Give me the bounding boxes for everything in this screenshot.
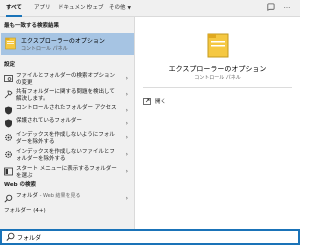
settings-item-protected-folders[interactable]: 保護されているフォルダー › — [0, 117, 134, 129]
settings-item-controlled-folder-access[interactable]: コントロールされたフォルダー アクセス › — [0, 104, 134, 116]
web-query: フォルダ — [16, 193, 39, 199]
preview-pane: エクスプローラーのオプション コントロール パネル 開く — [135, 17, 300, 229]
open-label: 開く — [155, 99, 167, 105]
feedback-icon[interactable] — [264, 3, 276, 14]
settings-item-start-menu-folders[interactable]: スタート メニューに表示するフォルダーを選ぶ › — [0, 165, 134, 179]
chevron-right-icon[interactable]: › — [126, 91, 128, 98]
web-search-item[interactable]: フォルダ - Web 結果を見る › — [0, 192, 134, 204]
search-filter-tabs: すべて アプリ ドキュメント ウェブ その他 ▼ ··· — [0, 0, 300, 17]
tab-apps[interactable]: アプリ — [34, 0, 51, 17]
settings-item-label: 保護されているフォルダー — [16, 118, 82, 124]
chevron-right-icon[interactable]: › — [126, 75, 128, 82]
tab-more[interactable]: その他 ▼ — [109, 0, 131, 17]
settings-item-label: 共有フォルダーに関する問題を検出して解決します。 — [16, 89, 115, 102]
chevron-right-icon[interactable]: › — [126, 168, 128, 175]
preview-subtitle: コントロール パネル — [194, 75, 241, 81]
settings-heading: 設定 — [4, 62, 16, 68]
settings-item-exclude-folders[interactable]: インデックスを作成しないようにフォルダーを除外する › — [0, 131, 134, 147]
best-match-heading: 最も一致する検索結果 — [4, 23, 60, 29]
chevron-right-icon[interactable]: › — [126, 151, 128, 158]
shield-icon — [5, 106, 12, 115]
settings-item-label: インデックスを作成しないファイルとフォルダーを除外する — [16, 149, 115, 162]
shield-icon — [5, 119, 12, 128]
start-menu-icon — [4, 167, 13, 176]
tab-web[interactable]: ウェブ — [87, 0, 104, 17]
web-suffix: - Web 結果を見る — [38, 193, 81, 199]
folder-options-icon — [5, 37, 16, 50]
search-folder-icon — [4, 75, 13, 82]
results-pane: 最も一致する検索結果 エクスプローラーのオプション コントロール パネル 設定 … — [0, 17, 135, 229]
best-match-title: エクスプローラーのオプション — [21, 38, 105, 45]
settings-item-troubleshoot[interactable]: 共有フォルダーに関する問題を検出して解決します。 › — [0, 88, 134, 104]
tab-more-label: その他 — [109, 5, 126, 11]
web-search-label: フォルダ - Web 結果を見る — [16, 193, 120, 200]
divider — [143, 87, 292, 88]
more-options-icon[interactable]: ··· — [281, 3, 293, 14]
settings-item-label: ファイルとフォルダーの検索オプションの変更 — [16, 73, 116, 86]
search-box[interactable] — [0, 229, 300, 245]
best-match-item[interactable]: エクスプローラーのオプション コントロール パネル — [1, 33, 134, 55]
folders-heading: フォルダー (4+) — [4, 208, 46, 214]
settings-item-label: コントロールされたフォルダー アクセス — [16, 105, 117, 111]
settings-item-exclude-files[interactable]: インデックスを作成しないファイルとフォルダーを除外する › — [0, 148, 134, 164]
chevron-right-icon[interactable]: › — [126, 107, 128, 114]
best-match-subtitle: コントロール パネル — [21, 46, 68, 52]
settings-item-search-options[interactable]: ファイルとフォルダーの検索オプションの変更 › — [0, 72, 134, 88]
settings-item-label: スタート メニューに表示するフォルダーを選ぶ — [16, 166, 117, 179]
tab-all[interactable]: すべて — [6, 0, 22, 17]
preview-title: エクスプローラーのオプション — [168, 65, 267, 73]
chevron-right-icon[interactable]: › — [126, 195, 128, 202]
chevron-right-icon[interactable]: › — [126, 134, 128, 141]
folder-options-icon — [207, 33, 229, 58]
troubleshoot-icon — [4, 90, 13, 99]
search-input[interactable] — [17, 232, 287, 242]
search-icon — [4, 194, 13, 203]
gear-icon — [5, 151, 12, 158]
web-search-heading: Web の検索 — [4, 182, 36, 188]
chevron-down-icon: ▼ — [127, 6, 131, 11]
chevron-right-icon[interactable]: › — [126, 120, 128, 127]
gear-icon — [5, 134, 12, 141]
open-icon — [143, 98, 151, 105]
search-icon — [6, 232, 15, 241]
settings-item-label: インデックスを作成しないようにフォルダーを除外する — [16, 132, 115, 145]
